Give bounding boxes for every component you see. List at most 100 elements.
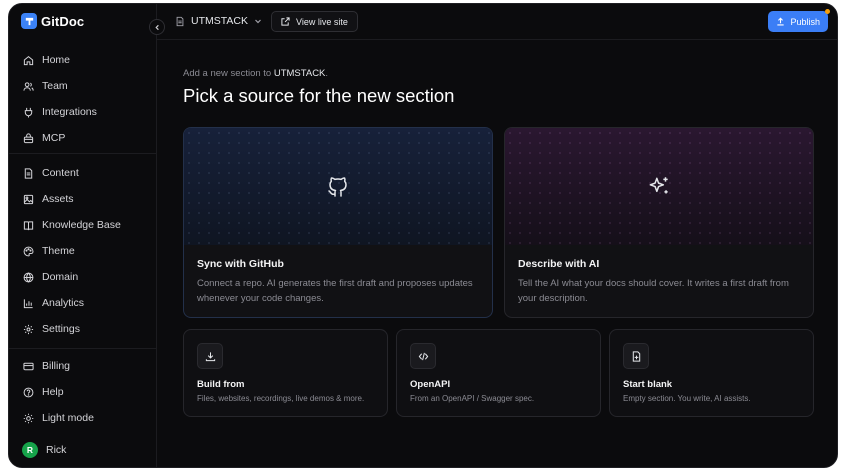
- describe-ai-card[interactable]: Describe with AI Tell the AI what your d…: [504, 127, 814, 318]
- topbar: UTMSTACK View live site Publish: [157, 4, 837, 40]
- card-icon: [23, 362, 34, 370]
- globe-icon: [23, 271, 34, 283]
- sidebar-item-settings[interactable]: Settings: [9, 316, 157, 342]
- home-icon: [23, 55, 34, 65]
- card-description: Tell the AI what your docs should cover.…: [518, 278, 789, 304]
- sidebar-item-label: Theme: [42, 245, 75, 257]
- user-profile[interactable]: R Rick: [22, 442, 66, 458]
- mcp-icon: [23, 132, 34, 143]
- team-icon: [23, 81, 34, 91]
- app-name: GitDoc: [41, 13, 85, 29]
- card-hero: [184, 128, 492, 245]
- chevron-down-icon: [255, 19, 261, 24]
- sidebar-item-knowledge-base[interactable]: Knowledge Base: [9, 212, 157, 238]
- sidebar-item-label: Analytics: [42, 297, 85, 309]
- nav-group-main: Home Team Integrations MCP: [9, 47, 157, 151]
- sidebar-item-light-mode[interactable]: Light mode: [9, 405, 157, 431]
- chart-icon: [23, 298, 33, 308]
- document-icon: [176, 16, 184, 26]
- app-window: GitDoc Home Team Integrations MCP Conten…: [8, 3, 838, 468]
- app-logo[interactable]: GitDoc: [21, 13, 84, 29]
- sidebar-item-assets[interactable]: Assets: [9, 186, 157, 212]
- github-icon: [328, 176, 347, 197]
- sidebar-item-label: Domain: [42, 271, 79, 283]
- project-selector[interactable]: UTMSTACK: [175, 15, 262, 27]
- page-subtitle: Add a new section to UTMSTACK.: [183, 68, 328, 79]
- icon-box: [410, 343, 436, 369]
- sidebar-item-label: Knowledge Base: [42, 219, 121, 231]
- card-hero: [505, 128, 813, 245]
- sidebar-item-label: Light mode: [42, 412, 94, 424]
- image-icon: [23, 194, 34, 204]
- build-from-card[interactable]: Build from Files, websites, recordings, …: [183, 329, 388, 417]
- card-title: OpenAPI: [410, 379, 451, 390]
- nav-group-content: Content Assets Knowledge Base Theme Doma…: [9, 160, 157, 342]
- external-link-icon: [281, 17, 290, 26]
- sidebar-item-home[interactable]: Home: [9, 47, 157, 73]
- nav-group-footer: Billing Help Light mode: [9, 353, 157, 431]
- card-title: Sync with GitHub: [197, 258, 284, 270]
- card-description: Connect a repo. AI generates the first d…: [197, 278, 473, 304]
- card-title: Build from: [197, 379, 245, 390]
- code-icon: [418, 352, 428, 360]
- palette-icon: [23, 246, 34, 256]
- user-name: Rick: [46, 444, 67, 456]
- subtitle-suffix: .: [325, 68, 329, 79]
- sidebar-item-team[interactable]: Team: [9, 73, 157, 99]
- sidebar-item-help[interactable]: Help: [9, 379, 157, 405]
- view-live-site-button[interactable]: View live site: [271, 11, 358, 32]
- view-live-label: View live site: [296, 16, 348, 27]
- document-icon: [24, 167, 33, 179]
- gear-icon: [23, 324, 34, 334]
- plug-icon: [24, 107, 33, 118]
- sidebar-item-mcp[interactable]: MCP: [9, 125, 157, 151]
- subtitle-prefix: Add a new section to: [183, 68, 272, 79]
- sidebar-item-label: Settings: [42, 323, 80, 335]
- subtitle-project: UTMSTACK: [273, 68, 326, 79]
- icon-box: [197, 343, 223, 369]
- card-description: From an OpenAPI / Swagger spec.: [410, 394, 535, 403]
- sidebar-item-domain[interactable]: Domain: [9, 264, 157, 290]
- file-plus-icon: [632, 350, 640, 362]
- sidebar-item-label: Home: [42, 54, 71, 66]
- sidebar-item-label: Team: [42, 80, 68, 92]
- book-icon: [23, 220, 34, 230]
- sidebar-divider: [9, 348, 157, 349]
- avatar: R: [22, 442, 38, 458]
- card-description: Empty section. You write, AI assists.: [623, 394, 751, 403]
- project-name: UTMSTACK: [191, 15, 248, 27]
- openapi-card[interactable]: OpenAPI From an OpenAPI / Swagger spec.: [396, 329, 601, 417]
- card-description: Files, websites, recordings, live demos …: [197, 394, 365, 403]
- card-title: Start blank: [623, 379, 673, 390]
- sync-github-card[interactable]: Sync with GitHub Connect a repo. AI gene…: [183, 127, 493, 318]
- page-title: Pick a source for the new section: [183, 85, 455, 106]
- sun-icon: [23, 413, 34, 423]
- sidebar-item-theme[interactable]: Theme: [9, 238, 157, 264]
- card-body: Describe with AI Tell the AI what your d…: [518, 258, 800, 306]
- icon-box: [623, 343, 649, 369]
- sidebar-item-content[interactable]: Content: [9, 160, 157, 186]
- sidebar-item-label: Content: [42, 167, 79, 179]
- sparkles-icon: [649, 176, 668, 193]
- upload-icon: [777, 17, 785, 26]
- chevron-left-icon: [154, 24, 159, 30]
- download-icon: [205, 351, 215, 361]
- sidebar-item-integrations[interactable]: Integrations: [9, 99, 157, 125]
- gitdoc-logo-icon: [21, 13, 37, 29]
- publish-label: Publish: [790, 16, 820, 27]
- sidebar-item-label: Help: [42, 386, 64, 398]
- card-title: Describe with AI: [518, 258, 600, 270]
- sidebar-item-label: Billing: [42, 360, 71, 372]
- sidebar-item-label: MCP: [42, 132, 66, 144]
- help-icon: [23, 387, 34, 397]
- start-blank-card[interactable]: Start blank Empty section. You write, AI…: [609, 329, 814, 417]
- collapse-sidebar-button[interactable]: [149, 19, 165, 35]
- card-body: Sync with GitHub Connect a repo. AI gene…: [197, 258, 479, 306]
- sidebar: GitDoc Home Team Integrations MCP Conten…: [9, 4, 157, 467]
- sidebar-item-label: Assets: [42, 193, 74, 205]
- sidebar-item-analytics[interactable]: Analytics: [9, 290, 157, 316]
- sidebar-item-label: Integrations: [42, 106, 97, 118]
- sidebar-item-billing[interactable]: Billing: [9, 353, 157, 379]
- publish-button[interactable]: Publish: [768, 11, 828, 32]
- sidebar-divider: [9, 153, 157, 154]
